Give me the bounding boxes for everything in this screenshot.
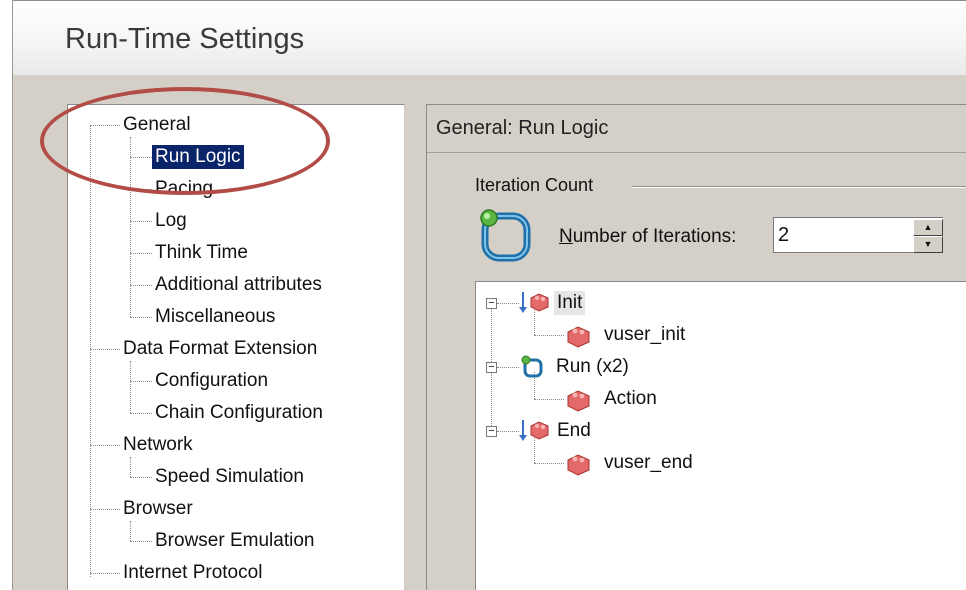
tree-connector: [497, 367, 519, 368]
tree-connector: [130, 361, 131, 413]
iterations-spinner: ▲ ▼: [913, 219, 943, 253]
group-divider: [632, 186, 966, 188]
run-logic-panel: General: Run Logic Iteration Count Numbe…: [426, 104, 966, 590]
tree-connector: [130, 457, 131, 477]
end-block-icon: [519, 420, 549, 441]
tree-connector: [130, 477, 152, 478]
tree-connector: [497, 431, 519, 432]
tree-item-network[interactable]: Network: [120, 433, 196, 457]
tree-connector: [497, 303, 519, 304]
tree-connector: [130, 317, 152, 318]
tree-item-chain-configuration[interactable]: Chain Configuration: [152, 401, 326, 425]
tree-connector: [130, 157, 152, 158]
tree-connector: [90, 573, 120, 574]
panel-header: General: Run Logic: [427, 105, 966, 153]
tree-item-browser-emulation[interactable]: Browser Emulation: [152, 529, 317, 553]
action-block-icon: [567, 326, 590, 348]
tree-connector: [130, 413, 152, 414]
tree-item-data-format-extension[interactable]: Data Format Extension: [120, 337, 320, 361]
tree-item-speed-simulation[interactable]: Speed Simulation: [152, 465, 307, 489]
iteration-count-group-label: Iteration Count: [475, 175, 600, 196]
title-bar: Run-Time Settings: [13, 0, 966, 75]
run-logic-tree[interactable]: − Init vuser_init − Run (x2) Action − En…: [475, 281, 966, 590]
tree-item-internet-protocol[interactable]: Internet Protocol: [120, 561, 265, 585]
tree-connector: [90, 445, 120, 446]
run-loop-icon: [521, 355, 543, 378]
tree-connector: [90, 125, 120, 126]
mnemonic-letter: N: [559, 226, 573, 247]
tree-item-browser[interactable]: Browser: [120, 497, 196, 521]
tree-connector: [130, 521, 131, 541]
run-logic-node-run[interactable]: Run (x2): [556, 355, 629, 379]
tree-connector: [130, 221, 152, 222]
init-block-icon: [519, 292, 549, 313]
tree-connector: [90, 509, 120, 510]
tree-item-run-logic[interactable]: Run Logic: [152, 145, 244, 169]
tree-connector: [90, 349, 120, 350]
run-logic-node-vuser-init[interactable]: vuser_init: [604, 323, 685, 347]
tree-item-log[interactable]: Log: [152, 209, 190, 233]
tree-connector: [130, 541, 152, 542]
tree-item-miscellaneous[interactable]: Miscellaneous: [152, 305, 278, 329]
tree-connector: [130, 285, 152, 286]
collapse-toggle-end[interactable]: −: [486, 426, 497, 437]
tree-connector: [130, 253, 152, 254]
spin-up-button[interactable]: ▲: [913, 219, 943, 236]
run-time-settings-window: Run-Time Settings General Run Logic Paci…: [12, 0, 966, 590]
tree-item-configuration[interactable]: Configuration: [152, 369, 271, 393]
tree-connector: [130, 137, 131, 317]
spin-down-button[interactable]: ▼: [913, 236, 943, 253]
tree-item-think-time[interactable]: Think Time: [152, 241, 251, 265]
label-rest: umber of Iterations:: [572, 226, 737, 247]
window-title: Run-Time Settings: [65, 23, 305, 55]
tree-connector: [534, 463, 564, 464]
number-of-iterations-label: Number of Iterations:: [559, 226, 736, 248]
tree-connector: [534, 335, 564, 336]
panel-title: General: Run Logic: [436, 117, 609, 139]
iteration-loop-icon: [480, 209, 531, 262]
tree-item-additional-attributes[interactable]: Additional attributes: [152, 273, 325, 297]
settings-tree[interactable]: General Run Logic Pacing Log Think Time …: [67, 104, 405, 590]
tree-item-pacing[interactable]: Pacing: [152, 177, 216, 201]
collapse-toggle-run[interactable]: −: [486, 362, 497, 373]
run-logic-node-vuser-end[interactable]: vuser_end: [604, 451, 693, 475]
tree-connector: [130, 189, 152, 190]
run-logic-node-init[interactable]: Init: [554, 291, 586, 315]
action-block-icon: [567, 390, 590, 412]
collapse-toggle-init[interactable]: −: [486, 298, 497, 309]
action-block-icon: [567, 454, 590, 476]
tree-connector: [130, 381, 152, 382]
run-logic-node-action[interactable]: Action: [604, 387, 657, 411]
tree-connector: [534, 399, 564, 400]
tree-item-general[interactable]: General: [120, 113, 194, 137]
run-logic-node-end[interactable]: End: [557, 419, 591, 443]
